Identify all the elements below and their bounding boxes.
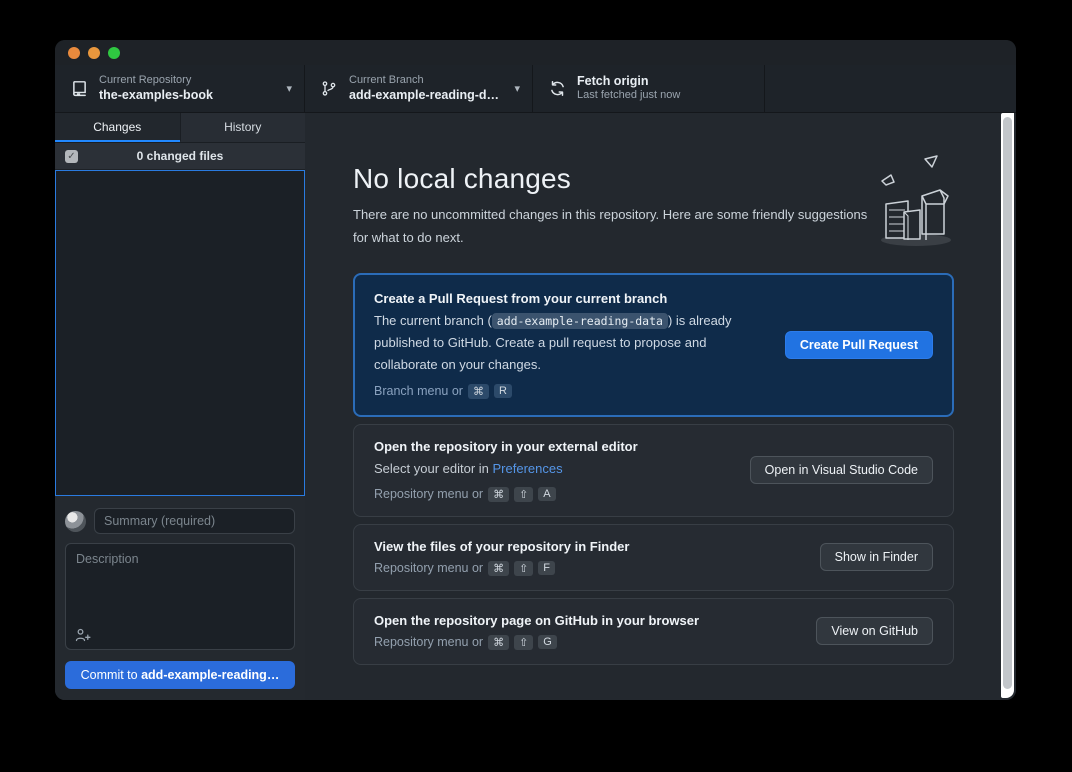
cmd-key: ⌘: [488, 635, 509, 650]
f-key: F: [538, 561, 555, 575]
toolbar-spacer: [765, 65, 1016, 112]
github-title: Open the repository page on GitHub in yo…: [374, 613, 798, 628]
zoom-window-button[interactable]: [108, 47, 120, 59]
create-pr-panel: Create a Pull Request from your current …: [353, 273, 954, 417]
changed-files-header: 0 changed files ✓: [55, 143, 305, 170]
cmd-key: ⌘: [488, 561, 509, 576]
open-in-editor-button[interactable]: Open in Visual Studio Code: [750, 456, 933, 484]
tab-changes[interactable]: Changes: [55, 113, 180, 142]
current-branch-label: Current Branch: [349, 74, 499, 87]
editor-shortcut-label: Repository menu or: [374, 487, 483, 501]
shift-key: ⇧: [514, 635, 533, 650]
cmd-key: ⌘: [488, 487, 509, 502]
changed-files-count: 0 changed files: [55, 149, 305, 163]
current-repository-label: Current Repository: [99, 74, 213, 87]
description-box: [65, 543, 295, 650]
finder-title: View the files of your repository in Fin…: [374, 539, 802, 554]
fetch-origin-label: Fetch origin: [577, 74, 680, 89]
chevron-down-icon: ▾: [278, 82, 292, 95]
cmd-key: ⌘: [468, 384, 489, 399]
sidebar-tabs: Changes History: [55, 113, 305, 143]
repo-icon: [71, 80, 88, 97]
page-subtitle: There are no uncommitted changes in this…: [353, 204, 873, 250]
vertical-scrollbar[interactable]: [1001, 113, 1014, 698]
view-on-github-panel: Open the repository page on GitHub in yo…: [353, 598, 954, 665]
add-coauthor-icon[interactable]: [75, 628, 91, 642]
pr-body-pre: The current branch (: [374, 313, 492, 328]
main-content: No local changes There are no uncommitte…: [305, 113, 1016, 700]
commit-button-prefix: Commit to: [81, 668, 141, 682]
finder-shortcut: Repository menu or ⌘ ⇧ F: [374, 561, 802, 576]
changes-list[interactable]: [55, 170, 305, 496]
summary-input[interactable]: [94, 508, 295, 534]
fetch-origin-button[interactable]: Fetch origin Last fetched just now: [533, 65, 765, 112]
r-key: R: [494, 384, 512, 398]
sync-icon: [549, 80, 566, 97]
preferences-link[interactable]: Preferences: [493, 461, 563, 476]
minimize-window-button[interactable]: [88, 47, 100, 59]
pr-shortcut-label: Branch menu or: [374, 384, 463, 398]
git-branch-icon: [321, 80, 338, 97]
chevron-down-icon: ▾: [506, 82, 520, 95]
external-editor-title: Open the repository in your external edi…: [374, 439, 732, 454]
current-branch-dropdown[interactable]: Current Branch add-example-reading-d… ▾: [305, 65, 533, 112]
description-input[interactable]: [66, 544, 294, 649]
finder-shortcut-label: Repository menu or: [374, 561, 483, 575]
sidebar: Changes History 0 changed files ✓: [55, 113, 305, 700]
g-key: G: [538, 635, 557, 649]
paper-stack-illustration: [870, 155, 958, 249]
shift-key: ⇧: [514, 561, 533, 576]
user-avatar: [65, 511, 86, 532]
github-desktop-window: Current Repository the-examples-book ▾ C…: [55, 40, 1016, 700]
scrollbar-thumb[interactable]: [1003, 117, 1012, 689]
view-on-github-button[interactable]: View on GitHub: [816, 617, 933, 645]
commit-form: Commit to add-example-reading…: [55, 496, 305, 700]
github-shortcut: Repository menu or ⌘ ⇧ G: [374, 635, 798, 650]
close-window-button[interactable]: [68, 47, 80, 59]
page-title: No local changes: [353, 163, 954, 195]
show-in-finder-panel: View the files of your repository in Fin…: [353, 524, 954, 591]
current-repository-value: the-examples-book: [99, 88, 213, 103]
pr-shortcut: Branch menu or ⌘ R: [374, 384, 767, 399]
a-key: A: [538, 487, 555, 501]
current-branch-value: add-example-reading-d…: [349, 88, 499, 103]
show-in-finder-button[interactable]: Show in Finder: [820, 543, 933, 571]
shift-key: ⇧: [514, 487, 533, 502]
github-shortcut-label: Repository menu or: [374, 635, 483, 649]
commit-button-branch: add-example-reading…: [141, 668, 279, 682]
current-repository-dropdown[interactable]: Current Repository the-examples-book ▾: [55, 65, 305, 112]
create-pr-title: Create a Pull Request from your current …: [374, 291, 767, 306]
branch-name-code: add-example-reading-data: [492, 313, 668, 329]
editor-body-pre: Select your editor in: [374, 461, 493, 476]
tab-history[interactable]: History: [180, 113, 306, 142]
external-editor-panel: Open the repository in your external edi…: [353, 424, 954, 517]
create-pull-request-button[interactable]: Create Pull Request: [785, 331, 933, 359]
titlebar: [55, 40, 1016, 65]
commit-button[interactable]: Commit to add-example-reading…: [65, 661, 295, 689]
editor-shortcut: Repository menu or ⌘ ⇧ A: [374, 487, 732, 502]
toolbar: Current Repository the-examples-book ▾ C…: [55, 65, 1016, 113]
fetch-origin-status: Last fetched just now: [577, 89, 680, 102]
